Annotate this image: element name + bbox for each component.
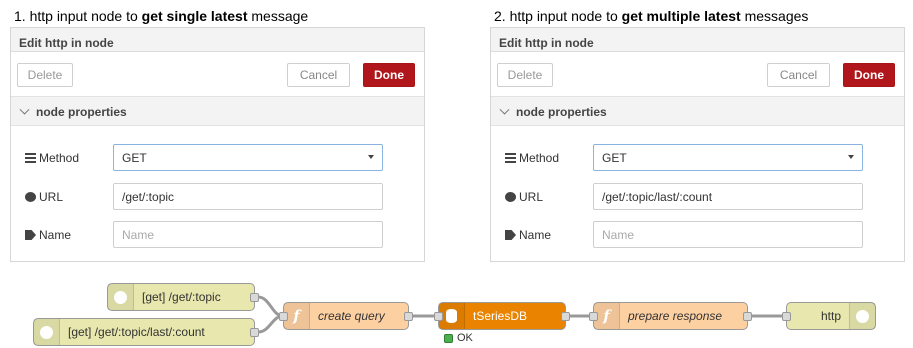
prepare-response-node[interactable]: f prepare response bbox=[589, 302, 752, 330]
create-query-node[interactable]: f create query bbox=[279, 302, 413, 330]
globe-icon bbox=[34, 319, 60, 345]
http-response-node[interactable]: http bbox=[782, 302, 876, 330]
db-status: OK bbox=[444, 332, 473, 344]
tseriesdb-node[interactable]: tSeriesDB bbox=[434, 302, 570, 330]
input-port[interactable] bbox=[589, 312, 598, 321]
output-port[interactable] bbox=[561, 312, 570, 321]
status-ok-icon bbox=[444, 333, 453, 343]
input-port[interactable] bbox=[782, 312, 791, 321]
output-port[interactable] bbox=[743, 312, 752, 321]
http-in-node-2[interactable]: [get] /get/:topic/last/:count bbox=[33, 318, 259, 346]
output-port[interactable] bbox=[250, 293, 259, 302]
output-port[interactable] bbox=[250, 328, 259, 337]
output-port[interactable] bbox=[404, 312, 413, 321]
input-port[interactable] bbox=[434, 312, 443, 321]
globe-icon bbox=[108, 284, 134, 310]
globe-icon bbox=[849, 303, 875, 329]
http-in-node-1[interactable]: [get] /get/:topic bbox=[107, 283, 259, 311]
input-port[interactable] bbox=[279, 312, 288, 321]
